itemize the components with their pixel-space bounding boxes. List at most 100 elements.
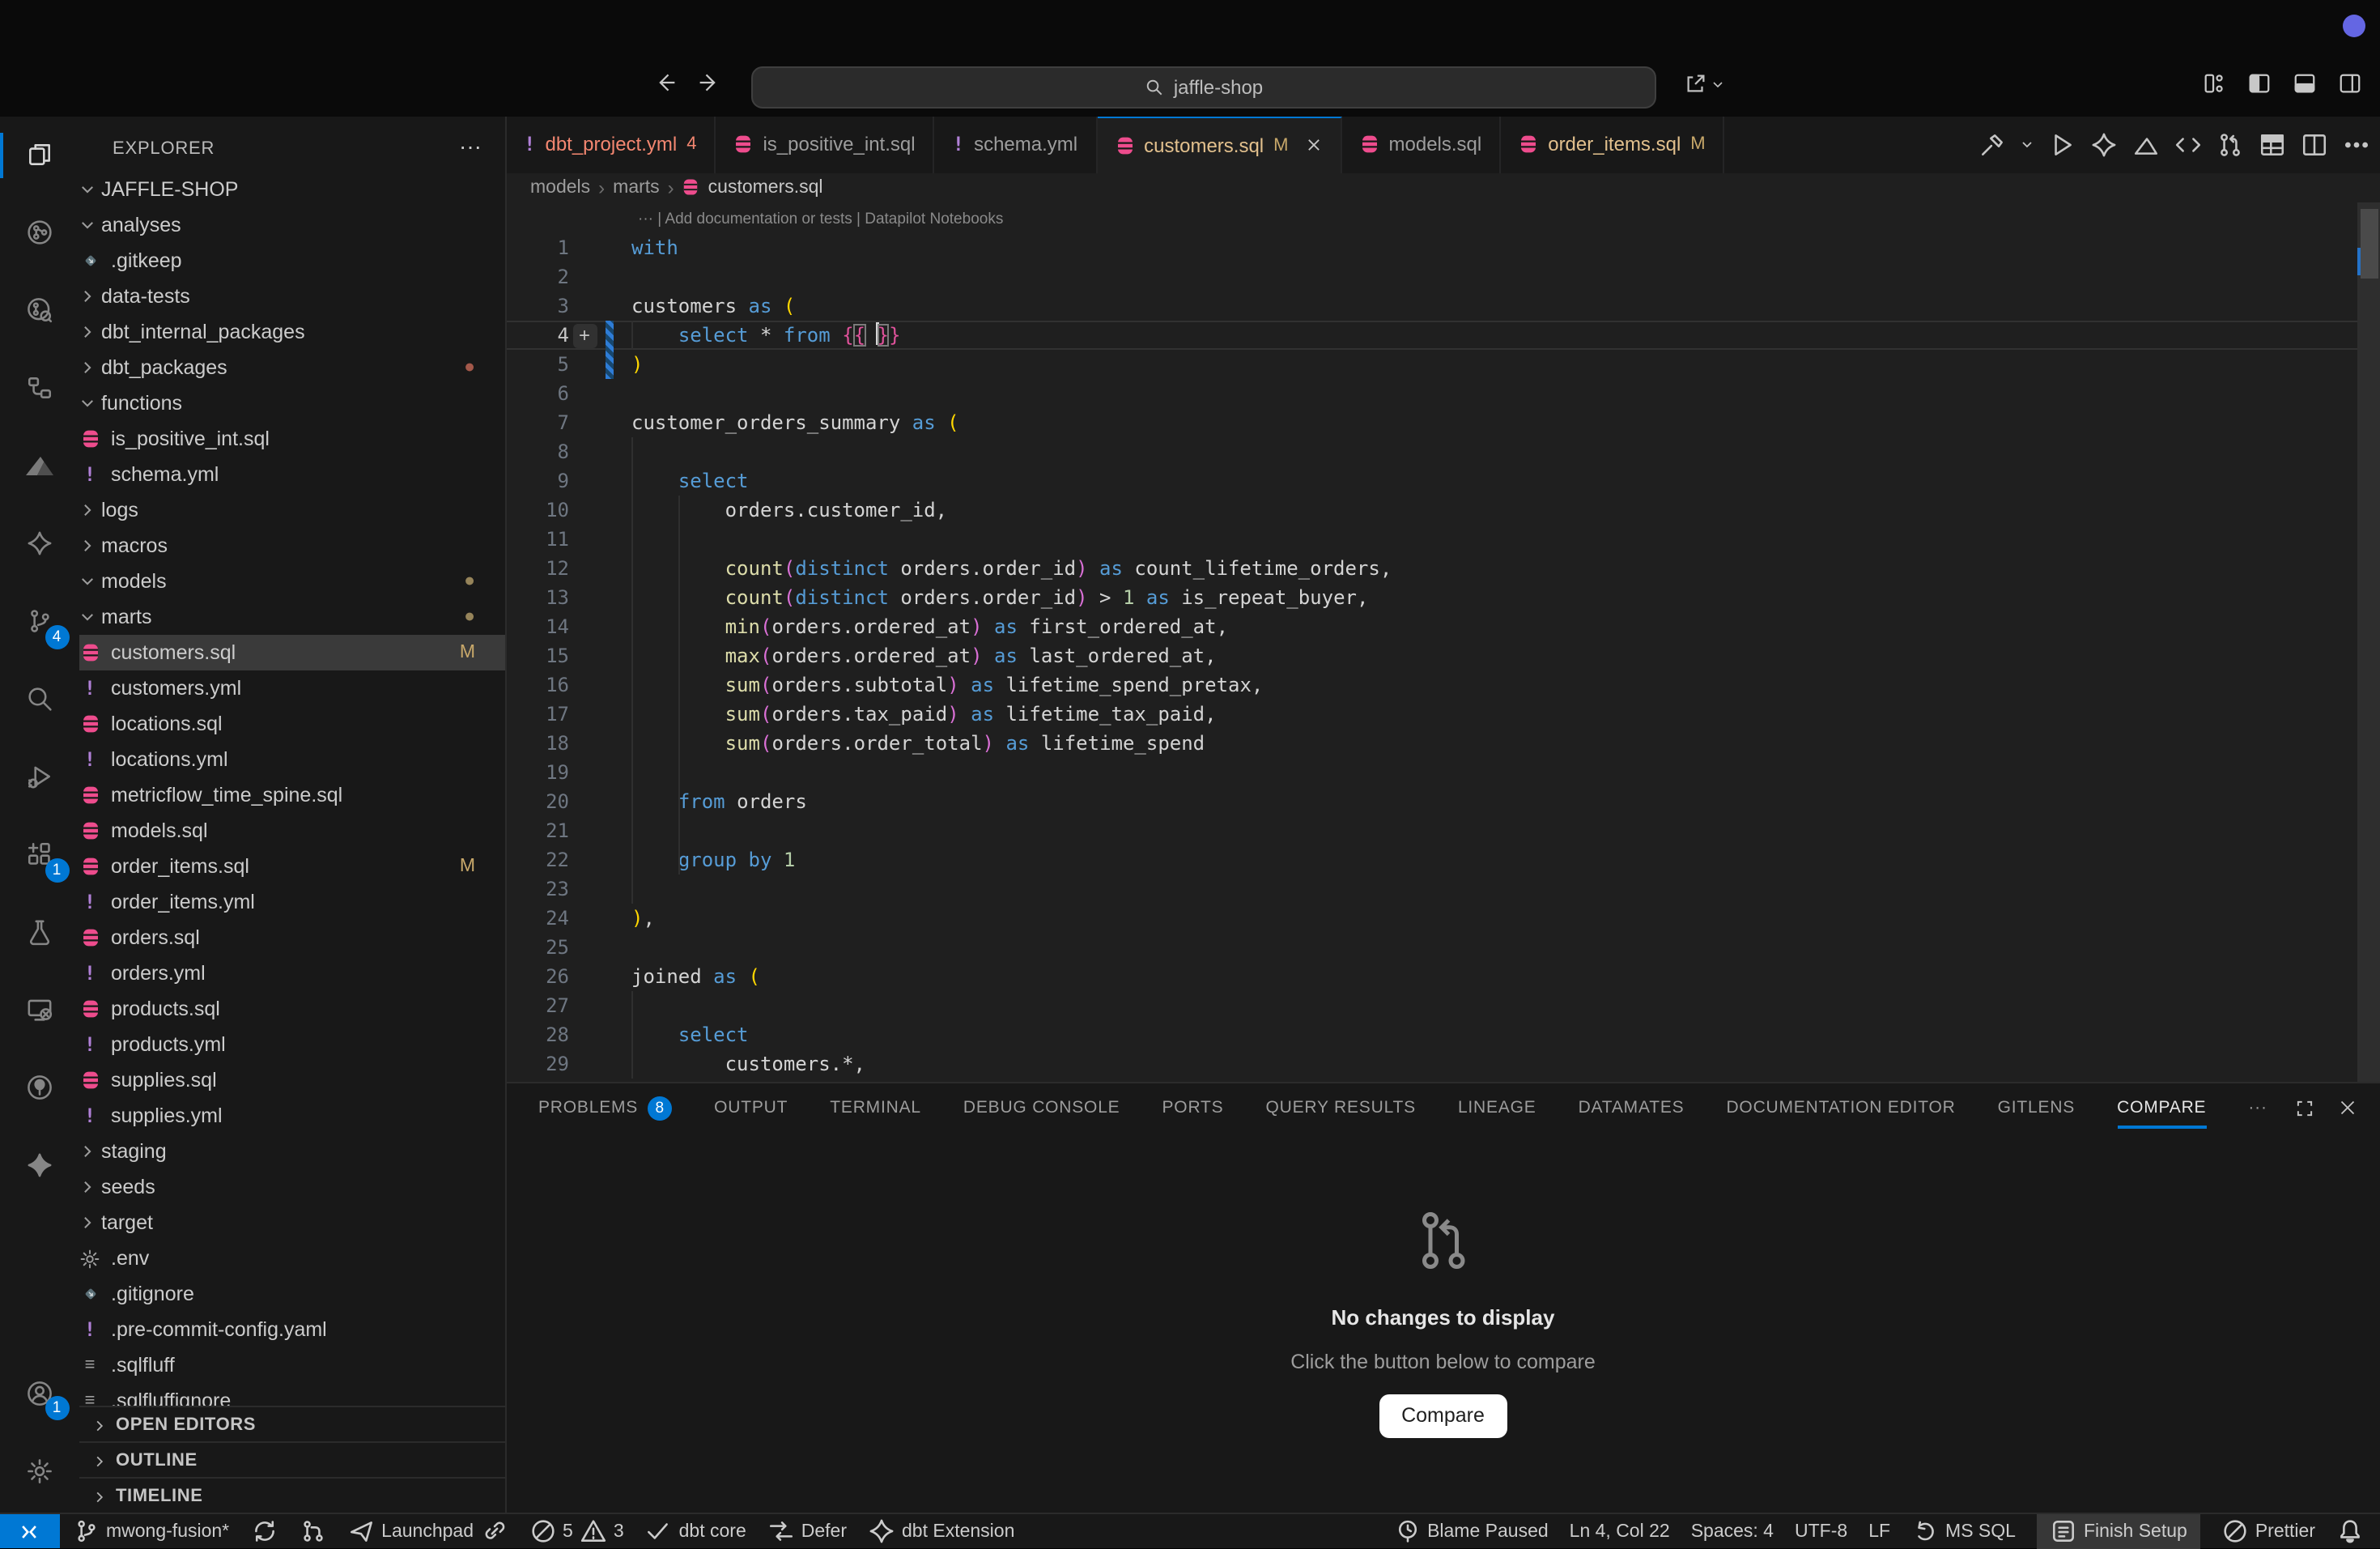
- tree-item-analyses[interactable]: analyses: [79, 207, 504, 243]
- panel-tab-COMPARE[interactable]: COMPARE: [2117, 1083, 2206, 1133]
- back-arrow-icon[interactable]: [654, 71, 677, 94]
- tree-item-products.sql[interactable]: products.sql: [79, 991, 504, 1027]
- tree-item-models.sql[interactable]: models.sql: [79, 813, 504, 849]
- tree-item-macros[interactable]: macros: [79, 528, 504, 564]
- panel-tab-GITLENS[interactable]: GITLENS: [1998, 1083, 2075, 1133]
- build-hammer-icon[interactable]: [1978, 130, 2006, 158]
- activity-search[interactable]: [0, 660, 79, 738]
- tree-item-locations.sql[interactable]: locations.sql: [79, 706, 504, 742]
- toggle-panel-icon[interactable]: [2293, 71, 2317, 96]
- activity-accounts[interactable]: 1: [0, 1354, 79, 1432]
- chevron-small-icon[interactable]: [2021, 138, 2034, 151]
- status-prettier[interactable]: Prettier: [2221, 1513, 2315, 1549]
- split-editor-icon[interactable]: [2301, 130, 2328, 158]
- tree-item-marts[interactable]: marts●: [79, 599, 504, 635]
- tree-item-models[interactable]: models●: [79, 564, 504, 599]
- activity-dbt[interactable]: [0, 1126, 79, 1204]
- status-branch[interactable]: mwong-fusion*: [72, 1513, 229, 1549]
- breadcrumb-marts[interactable]: marts: [613, 178, 660, 198]
- panel-tab-DOCUMENTATION EDITOR[interactable]: DOCUMENTATION EDITOR: [1726, 1083, 1955, 1133]
- tree-item-functions[interactable]: functions: [79, 385, 504, 421]
- tab-customers.sql[interactable]: customers.sql M: [1097, 116, 1341, 172]
- tree-item-dbt_internal_packages[interactable]: dbt_internal_packages: [79, 314, 504, 350]
- tree-item-data-tests[interactable]: data-tests: [79, 279, 504, 314]
- activity-settings[interactable]: [0, 1432, 79, 1509]
- toggle-primary-sidebar-icon[interactable]: [2247, 71, 2272, 96]
- activity-github[interactable]: [0, 1049, 79, 1126]
- editor-scrollbar[interactable]: [2357, 202, 2380, 1081]
- activity-dbt-power-user[interactable]: [0, 504, 79, 582]
- status-blame[interactable]: Blame Paused: [1393, 1513, 1549, 1549]
- activity-remote-explorer[interactable]: [0, 971, 79, 1049]
- section-open-editors[interactable]: OPEN EDITORS: [79, 1406, 504, 1443]
- section-timeline[interactable]: TIMELINE: [79, 1477, 504, 1513]
- run-play-icon[interactable]: [2048, 130, 2076, 158]
- breadcrumb-models[interactable]: models: [530, 178, 590, 198]
- gutter-add-button[interactable]: +: [572, 323, 597, 347]
- tree-item-.pre-commit-config.yaml[interactable]: !.pre-commit-config.yaml: [79, 1312, 504, 1347]
- status-finish-setup[interactable]: Finish Setup: [2037, 1513, 2200, 1549]
- command-center-search[interactable]: jaffle-shop: [751, 66, 1656, 109]
- altimate-a-icon[interactable]: [2132, 130, 2160, 158]
- status-dbt-core[interactable]: dbt core: [645, 1513, 746, 1549]
- status-graph[interactable]: [299, 1513, 326, 1549]
- panel-tab-TERMINAL[interactable]: TERMINAL: [830, 1083, 921, 1133]
- toggle-secondary-sidebar-icon[interactable]: [2338, 71, 2362, 96]
- forward-arrow-icon[interactable]: [698, 71, 720, 94]
- more-ellipsis-icon[interactable]: [2343, 130, 2370, 158]
- tab-schema.yml[interactable]: ! schema.yml: [935, 116, 1098, 172]
- panel-tab-DATAMATES[interactable]: DATAMATES: [1579, 1083, 1685, 1133]
- code-tags-icon[interactable]: [2174, 130, 2202, 158]
- tree-item-locations.yml[interactable]: !locations.yml: [79, 742, 504, 777]
- section-outline[interactable]: OUTLINE: [79, 1441, 504, 1479]
- status-notifications[interactable]: [2336, 1513, 2364, 1549]
- status-defer[interactable]: Defer: [767, 1513, 847, 1549]
- activity-extensions[interactable]: 1: [0, 815, 79, 893]
- activity-gitlens[interactable]: [0, 271, 79, 349]
- breadcrumb-file[interactable]: customers.sql: [708, 178, 823, 198]
- panel-tab-OUTPUT[interactable]: OUTPUT: [714, 1083, 788, 1133]
- git-compare-icon[interactable]: [2216, 130, 2244, 158]
- activity-source-control[interactable]: 4: [0, 582, 79, 660]
- tree-item-.gitkeep[interactable]: .gitkeep: [79, 243, 504, 279]
- tab-is_positive_int.sql[interactable]: is_positive_int.sql: [716, 116, 934, 172]
- tree-item-.gitignore[interactable]: .gitignore: [79, 1276, 504, 1312]
- tree-item-customers.sql[interactable]: customers.sqlM: [79, 635, 504, 670]
- panel-tab-LINEAGE[interactable]: LINEAGE: [1458, 1083, 1536, 1133]
- panel-tab-PROBLEMS[interactable]: PROBLEMS 8: [538, 1083, 672, 1133]
- tree-item-.env[interactable]: .env: [79, 1240, 504, 1276]
- tree-item-.sqlfluff[interactable]: ≡.sqlfluff: [79, 1347, 504, 1383]
- remote-indicator[interactable]: [0, 1514, 59, 1548]
- status-cursor-position[interactable]: Ln 4, Col 22: [1570, 1513, 1670, 1549]
- codelens-actions[interactable]: ··· | Add documentation or tests | Datap…: [638, 211, 1003, 228]
- customize-layout-icon[interactable]: [2202, 71, 2226, 96]
- activity-altimate[interactable]: [0, 427, 79, 504]
- close-panel-icon[interactable]: [2338, 1098, 2357, 1117]
- tree-item-JAFFLE-SHOP[interactable]: JAFFLE-SHOP: [79, 172, 504, 207]
- tree-item-orders.sql[interactable]: orders.sql: [79, 920, 504, 955]
- panel-tab-PORTS[interactable]: PORTS: [1162, 1083, 1224, 1133]
- status-sync[interactable]: [250, 1513, 278, 1549]
- panel-tab-DEBUG CONSOLE[interactable]: DEBUG CONSOLE: [963, 1083, 1120, 1133]
- status-language-mode[interactable]: MS SQL: [1911, 1513, 2016, 1549]
- status-eol[interactable]: LF: [1868, 1513, 1890, 1549]
- scrollbar-thumb[interactable]: [2361, 209, 2378, 279]
- status-launchpad[interactable]: Launchpad: [347, 1513, 508, 1549]
- share-layout-button[interactable]: [1684, 71, 1724, 96]
- activity-references[interactable]: [0, 349, 79, 427]
- tree-item-orders.yml[interactable]: !orders.yml: [79, 955, 504, 991]
- activity-explorer[interactable]: [0, 116, 79, 194]
- tree-item-is_positive_int.sql[interactable]: is_positive_int.sql: [79, 421, 504, 457]
- panel-tab-QUERY RESULTS[interactable]: QUERY RESULTS: [1265, 1083, 1415, 1133]
- tree-item-schema.yml[interactable]: !schema.yml: [79, 457, 504, 492]
- tree-item-supplies.yml[interactable]: !supplies.yml: [79, 1098, 504, 1134]
- query-table-icon[interactable]: [2259, 130, 2286, 158]
- dbt-star-icon[interactable]: [2090, 130, 2118, 158]
- tab-order_items.sql[interactable]: order_items.sql M: [1501, 116, 1724, 172]
- tree-item-seeds[interactable]: seeds: [79, 1169, 504, 1205]
- tab-dbt_project.yml[interactable]: ! dbt_project.yml 4: [506, 116, 716, 172]
- status-dbt-extension[interactable]: dbt Extension: [868, 1513, 1014, 1549]
- explorer-more-actions[interactable]: ···: [459, 132, 482, 158]
- tree-item-logs[interactable]: logs: [79, 492, 504, 528]
- activity-commit-graph[interactable]: [0, 194, 79, 271]
